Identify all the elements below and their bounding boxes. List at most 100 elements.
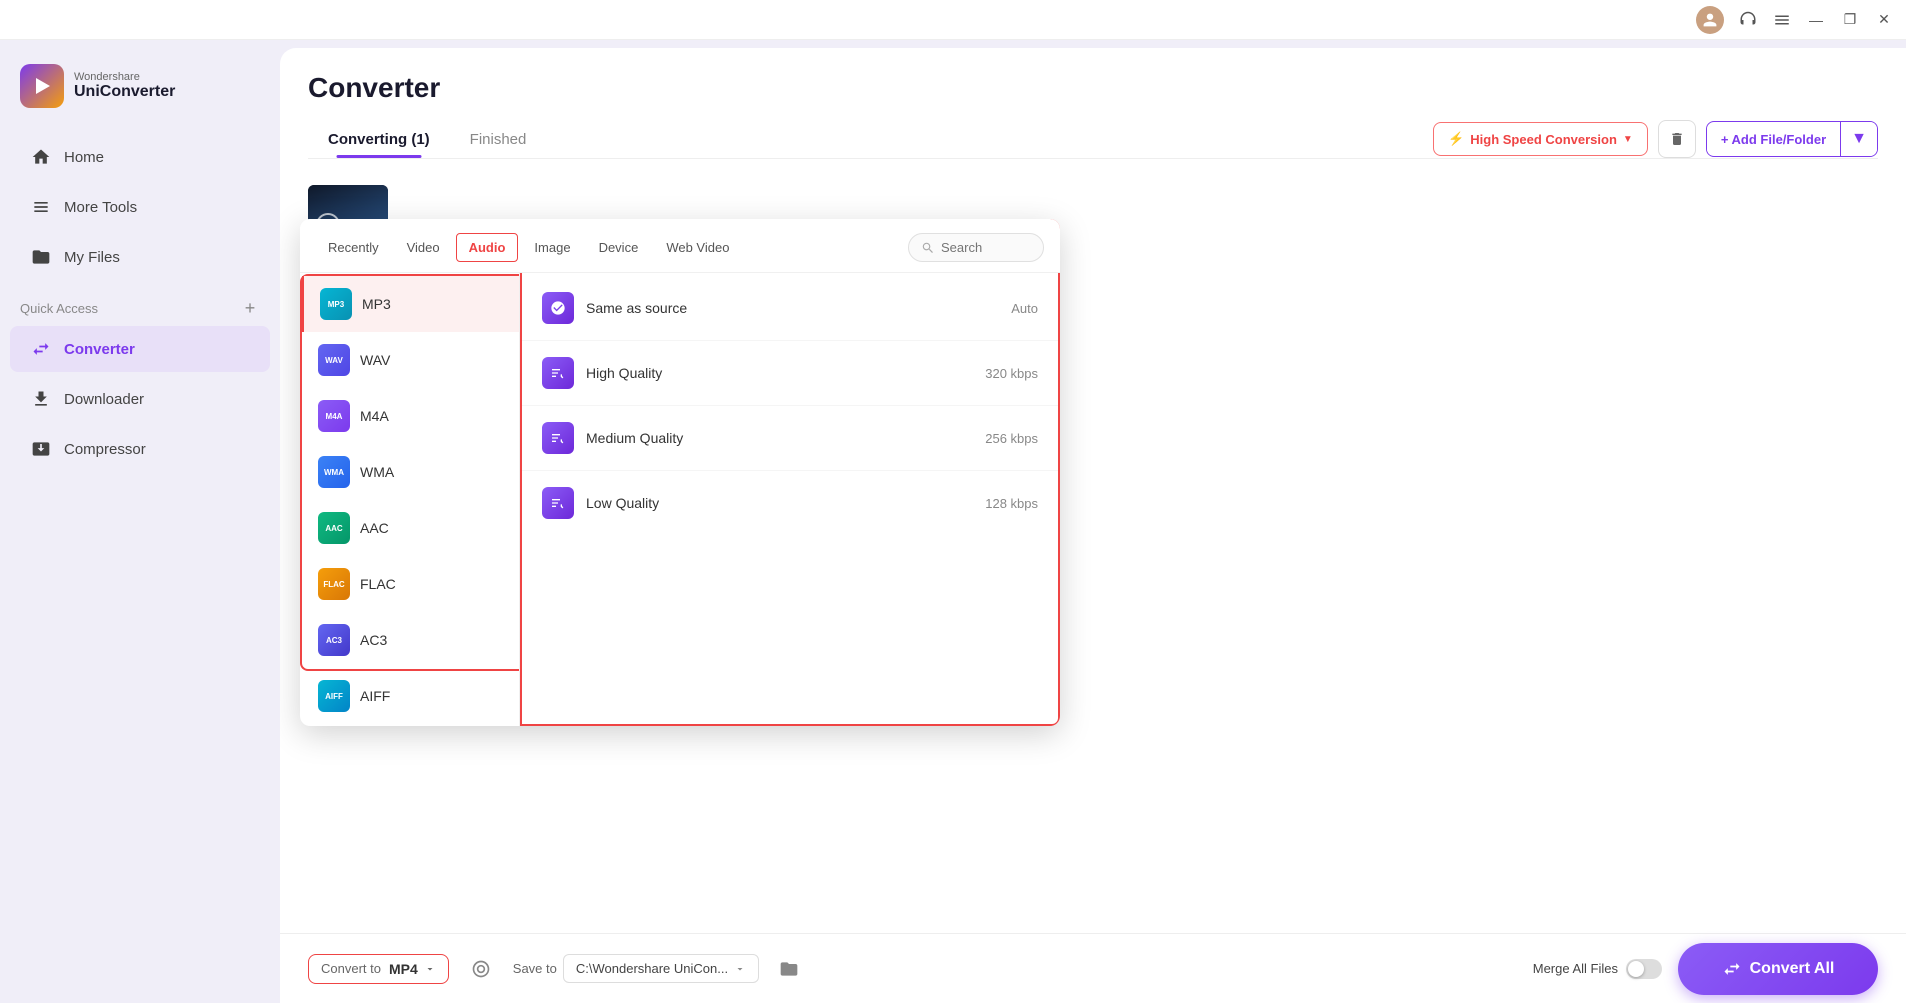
format-item-mp3[interactable]: MP3 MP3 xyxy=(302,276,519,332)
formats-list: MP3 MP3 WAV WAV M4A M4A WMA xyxy=(300,219,520,726)
same-as-source-label: Same as source xyxy=(586,300,999,316)
tab-converting[interactable]: Converting (1) xyxy=(308,121,450,158)
format-item-m4a[interactable]: M4A M4A xyxy=(302,388,519,444)
format-tab-device[interactable]: Device xyxy=(587,234,651,261)
format-item-wav[interactable]: WAV WAV xyxy=(302,332,519,388)
ac3-label: AC3 xyxy=(360,632,387,648)
compressor-icon xyxy=(30,438,52,460)
add-file-label: + Add File/Folder xyxy=(1721,132,1826,147)
flac-badge: FLAC xyxy=(318,568,350,600)
quality-medium[interactable]: Medium Quality 256 kbps xyxy=(522,406,1058,471)
more-tools-icon xyxy=(30,196,52,218)
format-item-flac[interactable]: FLAC FLAC xyxy=(302,556,519,612)
user-avatar[interactable] xyxy=(1696,6,1724,34)
sidebar-item-converter[interactable]: Converter xyxy=(10,326,270,372)
close-button[interactable]: ✕ xyxy=(1874,10,1894,30)
wma-badge: WMA xyxy=(318,456,350,488)
format-tab-web-video[interactable]: Web Video xyxy=(654,234,741,261)
delete-button[interactable] xyxy=(1658,120,1696,158)
bolt-icon: ⚡ xyxy=(1448,131,1464,147)
merge-label: Merge All Files xyxy=(1533,961,1618,976)
convert-all-button[interactable]: Convert All xyxy=(1678,943,1878,995)
format-item-ac3[interactable]: AC3 AC3 xyxy=(302,612,519,668)
format-tab-recently[interactable]: Recently xyxy=(316,234,391,261)
quick-access-add[interactable]: + xyxy=(240,298,260,318)
convert-to-select[interactable]: MP4 xyxy=(389,961,436,977)
aiff-label: AIFF xyxy=(360,688,390,704)
converter-icon xyxy=(30,338,52,360)
dropdown-arrow-icon: ▼ xyxy=(1623,134,1633,145)
convert-all-label: Convert All xyxy=(1750,960,1835,978)
wav-badge: WAV xyxy=(318,344,350,376)
add-file-button[interactable]: + Add File/Folder ▼ xyxy=(1706,121,1878,157)
sidebar-item-more-tools[interactable]: More Tools xyxy=(10,184,270,230)
format-tab-video[interactable]: Video xyxy=(395,234,452,261)
downloader-label: Downloader xyxy=(64,391,144,408)
format-tab-image[interactable]: Image xyxy=(522,234,582,261)
sidebar-item-home[interactable]: Home xyxy=(10,134,270,180)
product-name: UniConverter xyxy=(74,83,175,101)
high-speed-button[interactable]: ⚡ High Speed Conversion ▼ xyxy=(1433,122,1648,156)
tabs-row: Converting (1) Finished ⚡ High Speed Con… xyxy=(308,120,1878,159)
tab-finished[interactable]: Finished xyxy=(450,121,547,158)
medium-quality-bitrate: 256 kbps xyxy=(985,431,1038,446)
mp3-badge: MP3 xyxy=(320,288,352,320)
tabs: Converting (1) Finished xyxy=(308,121,546,158)
save-to-group: Save to C:\Wondershare UniCon... xyxy=(513,954,759,983)
sidebar: Wondershare UniConverter Home More Tools… xyxy=(0,40,280,1003)
high-speed-label: High Speed Conversion xyxy=(1470,132,1617,147)
main-panel: Converter Converting (1) Finished ⚡ High… xyxy=(280,48,1906,1003)
converter-label: Converter xyxy=(64,341,135,358)
mp3-label: MP3 xyxy=(362,296,391,312)
format-tab-audio[interactable]: Audio xyxy=(456,233,519,262)
aac-label: AAC xyxy=(360,520,389,536)
format-tabs: Recently Video Audio Image Device Web Vi… xyxy=(300,219,1060,273)
quality-list: Same as source Auto High Quality 320 kbp… xyxy=(520,219,1060,726)
convert-to-value: MP4 xyxy=(389,961,418,977)
sidebar-item-downloader[interactable]: Downloader xyxy=(10,376,270,422)
format-item-wma[interactable]: WMA WMA xyxy=(302,444,519,500)
main-header: Converter Converting (1) Finished ⚡ High… xyxy=(280,48,1906,159)
search-input[interactable] xyxy=(941,240,1031,255)
convert-to-label: Convert to xyxy=(321,961,381,976)
format-item-aac[interactable]: AAC AAC xyxy=(302,500,519,556)
quality-high[interactable]: High Quality 320 kbps xyxy=(522,341,1058,406)
format-item-aiff[interactable]: AIFF AIFF xyxy=(302,668,519,724)
merge-toggle[interactable] xyxy=(1626,959,1662,979)
quick-access-label: Quick Access xyxy=(20,301,98,316)
maximize-button[interactable]: ❐ xyxy=(1840,10,1860,30)
browse-folder-icon[interactable] xyxy=(775,955,803,983)
app-body: Wondershare UniConverter Home More Tools… xyxy=(0,40,1906,1003)
sidebar-item-compressor[interactable]: Compressor xyxy=(10,426,270,472)
target-icon[interactable] xyxy=(465,953,497,985)
home-label: Home xyxy=(64,149,104,166)
format-dropdown: Recently Video Audio Image Device Web Vi… xyxy=(300,219,1060,726)
quality-low[interactable]: Low Quality 128 kbps xyxy=(522,471,1058,535)
quick-access-section: Quick Access + xyxy=(0,282,280,324)
quality-medium-icon xyxy=(542,422,574,454)
search-box[interactable] xyxy=(908,233,1044,262)
headset-icon[interactable] xyxy=(1738,10,1758,30)
menu-icon[interactable] xyxy=(1772,10,1792,30)
quality-same-as-source[interactable]: Same as source Auto xyxy=(522,276,1058,341)
low-quality-label: Low Quality xyxy=(586,495,973,511)
titlebar-icons: — ❐ ✕ xyxy=(1696,6,1894,34)
save-to-path[interactable]: C:\Wondershare UniCon... xyxy=(563,954,759,983)
m4a-label: M4A xyxy=(360,408,389,424)
add-file-main[interactable]: + Add File/Folder xyxy=(1707,124,1840,155)
high-quality-bitrate: 320 kbps xyxy=(985,366,1038,381)
titlebar: — ❐ ✕ xyxy=(0,0,1906,40)
minimize-button[interactable]: — xyxy=(1806,10,1826,30)
quality-low-icon xyxy=(542,487,574,519)
toggle-knob xyxy=(1628,961,1644,977)
quality-high-icon xyxy=(542,357,574,389)
wav-label: WAV xyxy=(360,352,390,368)
wma-label: WMA xyxy=(360,464,394,480)
sidebar-item-my-files[interactable]: My Files xyxy=(10,234,270,280)
add-file-dropdown-arrow[interactable]: ▼ xyxy=(1840,122,1877,156)
save-to-path-value: C:\Wondershare UniCon... xyxy=(576,961,728,976)
medium-quality-label: Medium Quality xyxy=(586,430,973,446)
my-files-label: My Files xyxy=(64,249,120,266)
flac-label: FLAC xyxy=(360,576,396,592)
low-quality-bitrate: 128 kbps xyxy=(985,496,1038,511)
